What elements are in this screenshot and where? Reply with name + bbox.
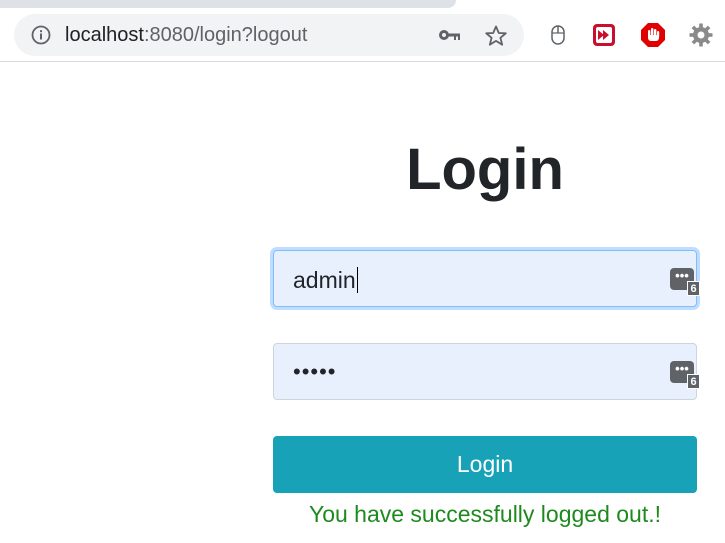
password-count-badge: 6 [687, 281, 700, 296]
adblock-stop-icon[interactable] [640, 22, 666, 48]
browser-toolbar: localhost:8080/login?logout [0, 0, 725, 62]
url-host: localhost [65, 24, 144, 46]
key-icon[interactable] [437, 25, 461, 45]
logout-success-message: You have successfully logged out.! [308, 501, 662, 527]
password-field[interactable]: ••••• ••• 6 [273, 343, 700, 400]
tab-strip-edge [0, 0, 456, 8]
url-text[interactable]: localhost:8080/login?logout [65, 24, 307, 46]
page-title: Login [406, 137, 564, 202]
fast-forward-extension-icon[interactable] [591, 22, 617, 48]
username-value: admin [293, 267, 358, 293]
gear-icon[interactable] [688, 22, 714, 48]
login-button[interactable]: Login [273, 436, 697, 493]
username-field[interactable]: admin ••• 6 [273, 250, 700, 307]
text-caret [356, 267, 358, 293]
password-count-badge: 6 [687, 374, 700, 389]
star-icon[interactable] [484, 24, 508, 48]
mouse-extension-icon[interactable] [545, 22, 571, 48]
password-manager-icon[interactable]: ••• 6 [670, 361, 700, 389]
info-icon[interactable] [31, 25, 51, 45]
address-bar[interactable]: localhost:8080/login?logout [14, 14, 524, 56]
url-path: :8080/login?logout [143, 24, 308, 46]
password-mask: ••••• [293, 359, 337, 384]
password-manager-icon[interactable]: ••• 6 [670, 268, 700, 296]
